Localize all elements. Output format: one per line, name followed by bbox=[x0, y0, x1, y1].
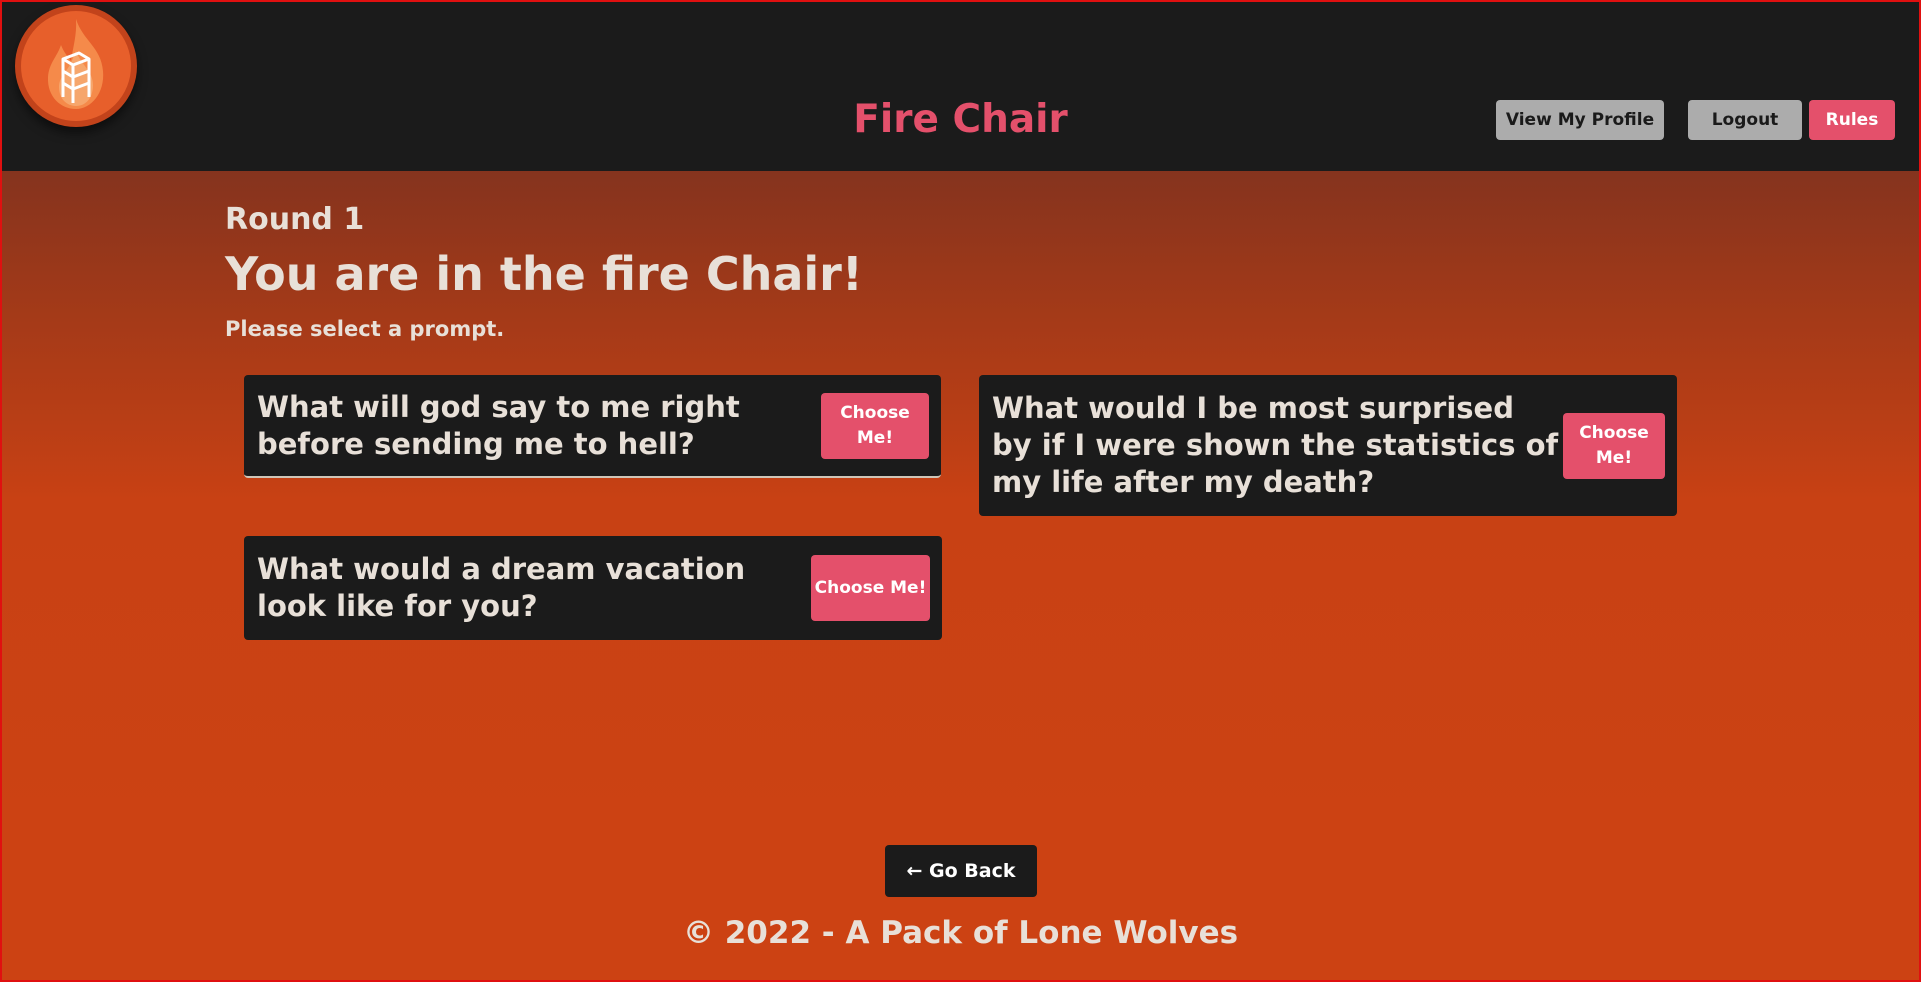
prompt-card: What will god say to me right before sen… bbox=[244, 375, 941, 478]
view-profile-button[interactable]: View My Profile bbox=[1496, 100, 1664, 140]
choose-prompt-button[interactable]: Choose Me! bbox=[811, 555, 930, 621]
go-back-button[interactable]: ← Go Back bbox=[885, 845, 1037, 897]
logout-button[interactable]: Logout bbox=[1688, 100, 1802, 140]
top-header: Fire Chair View My Profile Logout Rules bbox=[2, 2, 1919, 171]
prompt-card: What would I be most surprised by if I w… bbox=[979, 375, 1677, 516]
prompt-card: What would a dream vacation look like fo… bbox=[244, 536, 942, 640]
instruction-text: Please select a prompt. bbox=[225, 317, 505, 341]
choose-prompt-button[interactable]: Choose Me! bbox=[1563, 412, 1665, 479]
round-label: Round 1 bbox=[225, 202, 365, 237]
page-headline: You are in the fire Chair! bbox=[225, 247, 863, 301]
choose-prompt-button[interactable]: Choose Me! bbox=[821, 392, 929, 459]
rules-button[interactable]: Rules bbox=[1809, 100, 1895, 140]
prompt-question: What would I be most surprised by if I w… bbox=[992, 391, 1559, 499]
footer-copyright: © 2022 - A Pack of Lone Wolves bbox=[682, 915, 1239, 951]
prompt-question: What would a dream vacation look like fo… bbox=[257, 552, 746, 623]
prompt-question: What will god say to me right before sen… bbox=[257, 389, 740, 461]
